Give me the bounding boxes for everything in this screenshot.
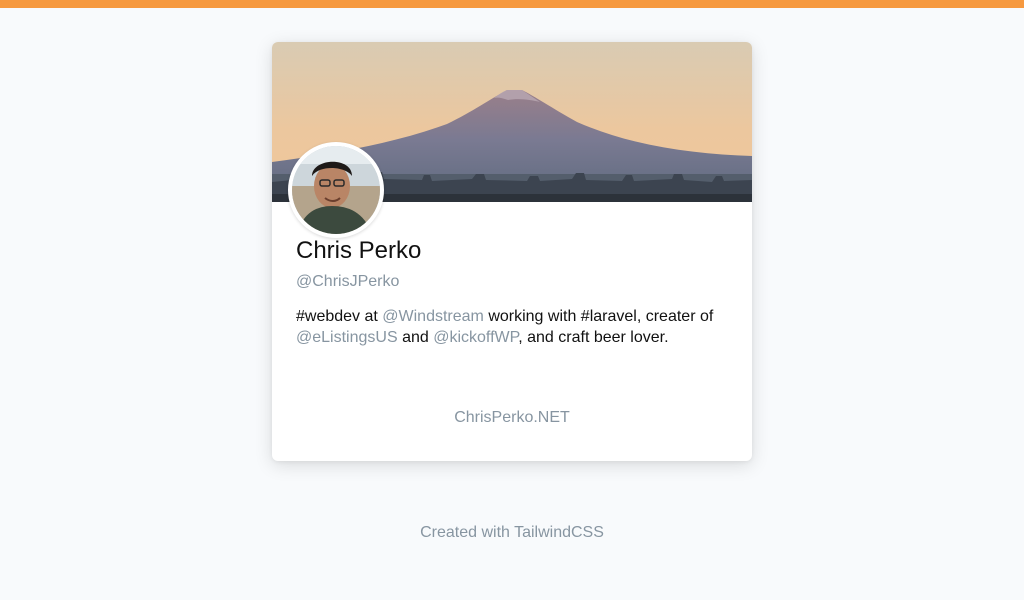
website-link[interactable]: ChrisPerko.NET — [272, 408, 752, 428]
profile-handle[interactable]: @ChrisJPerko — [296, 272, 399, 292]
mention-link[interactable]: @Windstream — [382, 308, 484, 325]
profile-name: Chris Perko — [296, 237, 422, 264]
bio-text: #webdev at — [296, 308, 383, 325]
mention-link[interactable]: @eListingsUS — [296, 329, 398, 346]
top-accent-bar — [0, 0, 1024, 8]
profile-bio: #webdev at @Windstream working with #lar… — [296, 306, 736, 348]
bio-text: , and craft beer lover. — [518, 329, 669, 346]
avatar[interactable] — [288, 142, 384, 238]
bio-text: and — [397, 329, 434, 346]
profile-card: Chris Perko @ChrisJPerko #webdev at @Win… — [272, 42, 752, 461]
bio-text: working with #laravel, creater of — [483, 308, 714, 325]
footer-credit: Created with TailwindCSS — [420, 524, 604, 541]
mention-link[interactable]: @kickoffWP — [433, 329, 518, 346]
